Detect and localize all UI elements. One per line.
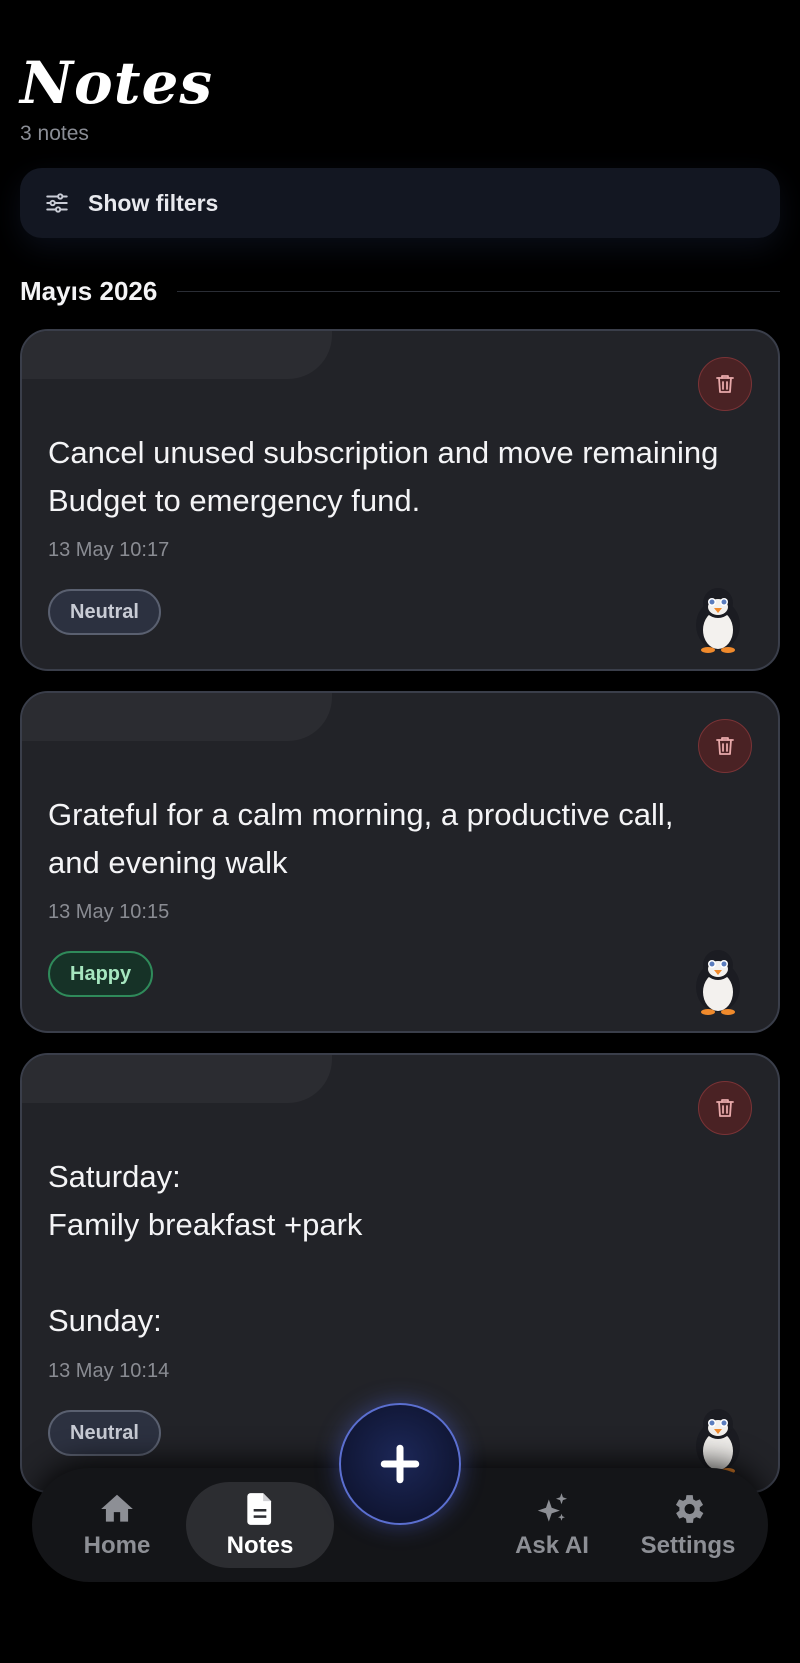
delete-note-button[interactable] [698, 719, 752, 773]
nav-label-settings: Settings [640, 1532, 736, 1559]
header: Notes 3 notes [20, 48, 213, 146]
gear-icon [675, 1495, 704, 1523]
delete-note-button[interactable] [698, 1081, 752, 1135]
card-tab [22, 331, 332, 379]
nav-label-home: Home [83, 1532, 151, 1559]
page-title: Notes [20, 49, 214, 117]
note-text: Saturday: Family breakfast +park Sunday: [48, 1159, 363, 1338]
nav-item-ask-ai[interactable]: Ask AI [486, 1482, 618, 1568]
note-date: 13 May 10:14 [48, 1360, 170, 1382]
note-date: 13 May 10:17 [48, 539, 170, 561]
sparkles-icon [537, 1493, 568, 1522]
card-tab [22, 693, 332, 741]
nav-item-home[interactable]: Home [46, 1482, 188, 1568]
note-date: 13 May 10:15 [48, 901, 170, 923]
mood-badge[interactable]: Neutral [48, 1410, 161, 1456]
penguin-icon [696, 1409, 740, 1474]
mood-badge[interactable]: Neutral [48, 589, 161, 635]
penguin-icon [696, 588, 740, 653]
note-text: Cancel unused subscription and move rema… [48, 435, 719, 518]
trash-icon [716, 1099, 734, 1117]
card-tab [22, 1055, 332, 1103]
delete-note-button[interactable] [698, 357, 752, 411]
penguin-icon [696, 950, 740, 1015]
nav-item-settings[interactable]: Settings [622, 1482, 754, 1568]
show-filters-label: Show filters [88, 189, 219, 216]
nav-label-ask-ai: Ask AI [515, 1532, 589, 1559]
month-section-header: Mayıs 2026 [20, 276, 780, 307]
note-count: 3 notes [20, 122, 89, 145]
section-divider [177, 291, 780, 292]
show-filters-button[interactable]: Show filters [20, 168, 780, 238]
note-text: Grateful for a calm morning, a productiv… [48, 797, 674, 880]
add-note-button[interactable] [339, 1403, 461, 1525]
document-icon [247, 1493, 272, 1525]
plus-icon [380, 1444, 420, 1484]
trash-icon [716, 737, 734, 755]
mood-badge[interactable]: Happy [48, 951, 154, 997]
note-card[interactable]: Cancel unused subscription and move rema… [20, 329, 780, 671]
home-icon [101, 1494, 133, 1522]
month-title: Mayıs 2026 [20, 276, 158, 306]
nav-item-notes[interactable]: Notes [186, 1482, 334, 1568]
nav-label-notes: Notes [226, 1532, 294, 1559]
trash-icon [716, 375, 734, 393]
note-card[interactable]: Grateful for a calm morning, a productiv… [20, 691, 780, 1033]
sliders-icon [46, 193, 68, 213]
